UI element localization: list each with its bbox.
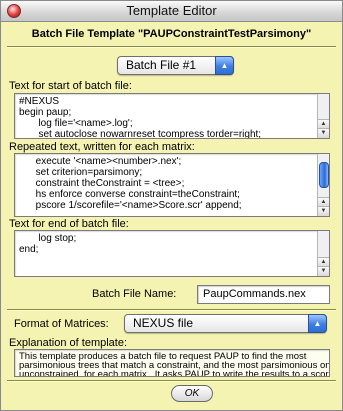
batch-file-name-value: PaupCommands.nex	[203, 288, 306, 300]
format-label: Format of Matrices:	[14, 318, 109, 330]
divider	[7, 46, 336, 48]
start-text-content: #NEXUS begin paup; log file='<name>.log'…	[19, 96, 262, 139]
scroll-down-icon[interactable]: ▼	[318, 206, 329, 216]
explanation-label: Explanation of template:	[9, 337, 128, 349]
end-text-area[interactable]: log stop; end; ▲ ▼	[14, 230, 330, 277]
end-scrollbar[interactable]: ▲ ▼	[317, 231, 329, 276]
batch-file-name-input[interactable]: PaupCommands.nex	[197, 285, 330, 304]
divider	[7, 380, 336, 382]
scroll-thumb[interactable]	[319, 162, 329, 188]
batch-file-select-value: Batch File #1	[126, 58, 197, 72]
explanation-text-area[interactable]: This template produces a batch file to r…	[14, 349, 330, 377]
ok-button[interactable]: OK	[171, 385, 213, 402]
format-select-value: NEXUS file	[133, 316, 194, 330]
repeat-text-area[interactable]: execute '<name><number>.nex'; set criter…	[14, 153, 330, 217]
repeat-scrollbar[interactable]: ▲ ▼	[317, 154, 329, 216]
start-text-label: Text for start of batch file:	[9, 80, 132, 92]
batch-file-select[interactable]: Batch File #1 ▲	[117, 56, 234, 75]
end-text-label: Text for end of batch file:	[9, 218, 129, 230]
repeat-text-label: Repeated text, written for each matrix:	[9, 141, 195, 153]
start-text-area[interactable]: #NEXUS begin paup; log file='<name>.log'…	[14, 93, 330, 139]
start-scrollbar[interactable]: ▲ ▼	[317, 94, 329, 138]
popup-arrows-icon: ▲	[308, 314, 327, 333]
title-bar[interactable]: Template Editor	[1, 1, 342, 22]
popup-arrows-icon: ▲	[215, 56, 234, 75]
window-title: Template Editor	[126, 3, 217, 18]
format-select[interactable]: NEXUS file ▲	[124, 314, 327, 333]
end-text-content: log stop; end;	[19, 233, 77, 255]
scroll-down-icon[interactable]: ▼	[318, 128, 329, 138]
scroll-down-icon[interactable]: ▼	[318, 266, 329, 276]
explanation-text-content: This template produces a batch file to r…	[19, 351, 330, 377]
repeat-text-content: execute '<name><number>.nex'; set criter…	[35, 156, 242, 211]
batch-file-name-label: Batch File Name:	[92, 288, 177, 300]
divider	[7, 309, 336, 311]
template-header: Batch File Template "PAUPConstraintTestP…	[31, 28, 312, 40]
template-editor-window: Template Editor Batch File Template "PAU…	[0, 0, 343, 411]
